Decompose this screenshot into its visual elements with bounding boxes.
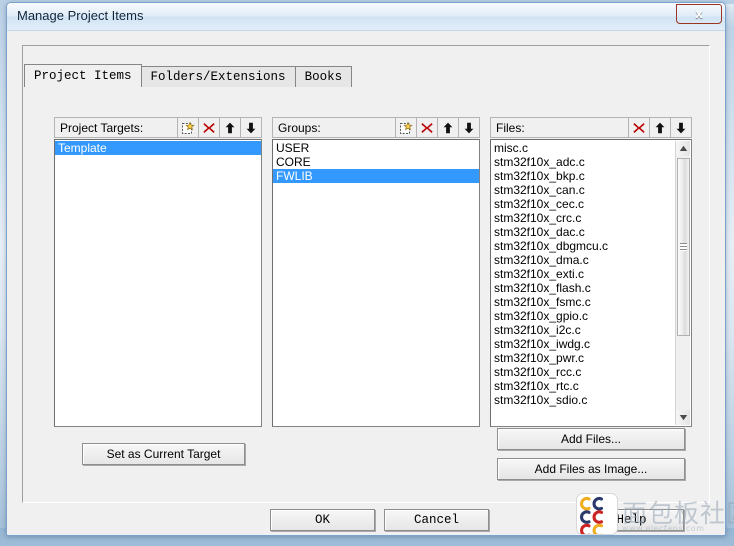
list-item[interactable]: misc.c [491, 141, 663, 155]
close-button[interactable]: x [676, 4, 722, 24]
list-item[interactable]: stm32f10x_fsmc.c [491, 295, 663, 309]
list-item[interactable]: stm32f10x_dbgmcu.c [491, 239, 663, 253]
move-down-icon[interactable] [670, 118, 691, 137]
move-up-icon[interactable] [219, 118, 240, 137]
files-label: Files: [496, 120, 525, 135]
help-button[interactable]: Help [579, 509, 684, 531]
scrollbar-grip [680, 243, 687, 251]
list-item[interactable]: Template [55, 141, 261, 155]
delete-icon[interactable] [628, 118, 649, 137]
move-down-icon[interactable] [240, 118, 261, 137]
list-item[interactable]: stm32f10x_cec.c [491, 197, 663, 211]
list-item[interactable]: stm32f10x_gpio.c [491, 309, 663, 323]
move-down-icon[interactable] [458, 118, 479, 137]
list-item[interactable]: stm32f10x_iwdg.c [491, 337, 663, 351]
files-scrollbar[interactable] [675, 141, 690, 425]
add-files-button[interactable]: Add Files... [497, 428, 685, 450]
delete-icon[interactable] [198, 118, 219, 137]
title-bar: Manage Project Items x [7, 3, 725, 31]
list-item[interactable]: stm32f10x_can.c [491, 183, 663, 197]
groups-header: Groups: [272, 117, 480, 138]
scroll-up-icon[interactable] [676, 141, 690, 156]
manage-project-items-dialog: Manage Project Items x Project Items Fol… [6, 2, 726, 536]
project-targets-listbox[interactable]: Template [54, 139, 262, 427]
add-files-as-image-button[interactable]: Add Files as Image... [497, 458, 685, 480]
list-item[interactable]: stm32f10x_adc.c [491, 155, 663, 169]
list-item[interactable]: stm32f10x_pwr.c [491, 351, 663, 365]
list-item[interactable]: CORE [273, 155, 479, 169]
list-item[interactable]: stm32f10x_flash.c [491, 281, 663, 295]
window-title: Manage Project Items [17, 8, 144, 23]
list-item[interactable]: FWLIB [273, 169, 479, 183]
list-item[interactable]: stm32f10x_rtc.c [491, 379, 663, 393]
scrollbar-thumb[interactable] [677, 158, 690, 336]
new-item-icon[interactable] [177, 118, 198, 137]
list-item[interactable]: stm32f10x_dac.c [491, 225, 663, 239]
list-item[interactable]: stm32f10x_exti.c [491, 267, 663, 281]
tab-strip: Project Items Folders/Extensions Books [24, 64, 353, 88]
groups-listbox[interactable]: USER CORE FWLIB [272, 139, 480, 427]
project-targets-header: Project Targets: [54, 117, 262, 138]
tab-underline [24, 87, 696, 88]
files-listbox[interactable]: misc.c stm32f10x_adc.c stm32f10x_bkp.c s… [490, 139, 692, 427]
list-item[interactable]: stm32f10x_bkp.c [491, 169, 663, 183]
tab-folders-extensions[interactable]: Folders/Extensions [140, 66, 296, 88]
groups-label: Groups: [278, 120, 321, 135]
list-item[interactable]: USER [273, 141, 479, 155]
list-item[interactable]: stm32f10x_sdio.c [491, 393, 663, 407]
files-header: Files: [490, 117, 692, 138]
list-item[interactable]: stm32f10x_dma.c [491, 253, 663, 267]
groups-toolbar [395, 118, 479, 137]
new-item-icon[interactable] [395, 118, 416, 137]
scroll-down-icon[interactable] [676, 410, 690, 425]
move-up-icon[interactable] [649, 118, 670, 137]
close-icon: x [695, 6, 703, 21]
list-item[interactable]: stm32f10x_i2c.c [491, 323, 663, 337]
dialog-client-area: Project Items Folders/Extensions Books P… [8, 31, 724, 534]
set-as-current-target-button[interactable]: Set as Current Target [82, 443, 245, 465]
ok-button[interactable]: OK [270, 509, 375, 531]
move-up-icon[interactable] [437, 118, 458, 137]
project-targets-label: Project Targets: [60, 120, 144, 135]
delete-icon[interactable] [416, 118, 437, 137]
list-item[interactable]: stm32f10x_rcc.c [491, 365, 663, 379]
files-toolbar [628, 118, 691, 137]
tab-project-items[interactable]: Project Items [24, 64, 142, 88]
project-targets-toolbar [177, 118, 261, 137]
tab-books[interactable]: Books [294, 66, 353, 88]
list-item[interactable]: stm32f10x_crc.c [491, 211, 663, 225]
cancel-button[interactable]: Cancel [384, 509, 489, 531]
